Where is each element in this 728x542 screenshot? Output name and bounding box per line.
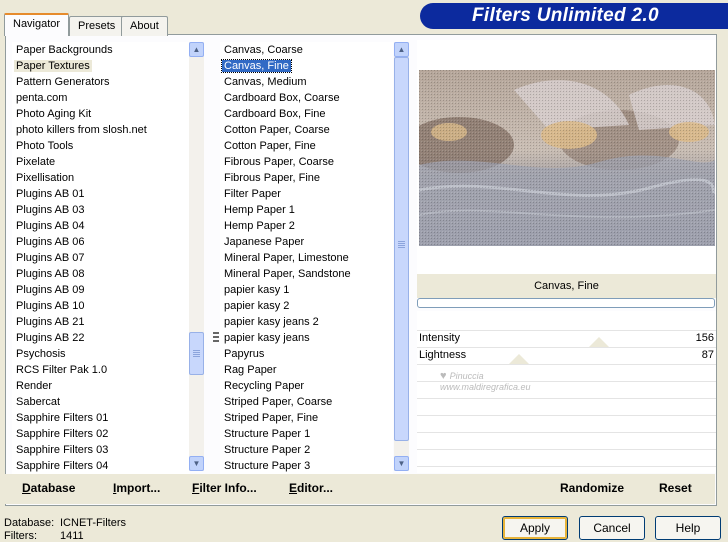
apply-button[interactable]: Apply bbox=[502, 516, 568, 540]
filter-scrollbar[interactable]: ▲ ▼ bbox=[394, 42, 409, 471]
category-item[interactable]: Plugins AB 09 bbox=[12, 282, 190, 298]
category-item[interactable]: Pixellisation bbox=[12, 170, 190, 186]
filter-item[interactable]: Filter Paper bbox=[220, 186, 393, 202]
filter-item[interactable]: Structure Paper 1 bbox=[220, 426, 393, 442]
filter-item[interactable]: Fibrous Paper, Coarse bbox=[220, 154, 393, 170]
database-status: Database: ICNET-Filters bbox=[4, 517, 126, 529]
app-title: Filters Unlimited 2.0 bbox=[472, 5, 659, 26]
category-item[interactable]: Plugins AB 04 bbox=[12, 218, 190, 234]
category-item[interactable]: Paper Backgrounds bbox=[12, 42, 190, 58]
filter-item[interactable]: Structure Paper 2 bbox=[220, 442, 393, 458]
filter-item[interactable]: Canvas, Coarse bbox=[220, 42, 393, 58]
category-list[interactable]: Paper Backgrounds Paper Textures Pattern G… bbox=[12, 42, 190, 474]
category-item[interactable]: Psychosis bbox=[12, 346, 190, 362]
category-item[interactable]: photo killers from slosh.net bbox=[12, 122, 190, 138]
filter-item[interactable]: Cardboard Box, Fine bbox=[220, 106, 393, 122]
tab-navigator[interactable]: Navigator bbox=[4, 13, 70, 36]
category-item[interactable]: Sabercat bbox=[12, 394, 190, 410]
category-item[interactable]: penta.com bbox=[12, 90, 190, 106]
reset-button[interactable]: Reset bbox=[659, 481, 692, 495]
filter-item[interactable]: Cotton Paper, Coarse bbox=[220, 122, 393, 138]
category-item[interactable]: Plugins AB 22 bbox=[12, 330, 190, 346]
category-item[interactable]: Sapphire Filters 04 bbox=[12, 458, 190, 474]
category-scrollbar[interactable]: ▲ ▼ bbox=[189, 42, 204, 471]
category-item[interactable]: Pattern Generators bbox=[12, 74, 190, 90]
filter-info-button[interactable]: Filter Info... bbox=[192, 481, 257, 495]
filter-item[interactable]: Striped Paper, Coarse bbox=[220, 394, 393, 410]
intensity-value: 156 bbox=[695, 332, 714, 344]
preview-image bbox=[419, 70, 715, 246]
tab-presets[interactable]: Presets bbox=[69, 16, 125, 36]
category-item[interactable]: Photo Tools bbox=[12, 138, 190, 154]
category-item[interactable]: Plugins AB 08 bbox=[12, 266, 190, 282]
category-item[interactable]: Sapphire Filters 01 bbox=[12, 410, 190, 426]
database-button[interactable]: Database bbox=[22, 481, 75, 495]
selected-filter-name: Canvas, Fine bbox=[417, 274, 716, 298]
filter-item[interactable]: Canvas, Fine bbox=[220, 58, 393, 74]
filter-item[interactable]: papier kasy 2 bbox=[220, 298, 393, 314]
category-item[interactable]: Plugins AB 07 bbox=[12, 250, 190, 266]
category-scroll-thumb[interactable] bbox=[189, 332, 204, 375]
filter-item[interactable]: Striped Paper, Fine bbox=[220, 410, 393, 426]
filter-item[interactable]: Rag Paper bbox=[220, 362, 393, 378]
filter-item[interactable]: Structure Paper 3 bbox=[220, 458, 393, 474]
filter-item[interactable]: Cardboard Box, Coarse bbox=[220, 90, 393, 106]
filter-item[interactable]: Japanese Paper bbox=[220, 234, 393, 250]
lightness-slider[interactable]: Lightness 87 bbox=[417, 347, 716, 364]
filters-status: Filters: 1411 bbox=[4, 530, 84, 542]
filter-item[interactable]: Recycling Paper bbox=[220, 378, 393, 394]
progress-bar bbox=[417, 298, 715, 308]
filter-item[interactable]: Papyrus bbox=[220, 346, 393, 362]
category-item[interactable]: Plugins AB 21 bbox=[12, 314, 190, 330]
category-item[interactable]: Photo Aging Kit bbox=[12, 106, 190, 122]
filter-scroll-thumb[interactable] bbox=[394, 57, 409, 441]
editor-button[interactable]: Editor... bbox=[289, 481, 333, 495]
import-button[interactable]: Import... bbox=[113, 481, 160, 495]
tab-about[interactable]: About bbox=[121, 16, 168, 36]
lightness-label: Lightness bbox=[419, 349, 467, 361]
filter-item[interactable]: Fibrous Paper, Fine bbox=[220, 170, 393, 186]
category-item[interactable]: Plugins AB 10 bbox=[12, 298, 190, 314]
cancel-button[interactable]: Cancel bbox=[579, 516, 645, 540]
filter-item[interactable]: Mineral Paper, Limestone bbox=[220, 250, 393, 266]
scroll-down-icon[interactable]: ▼ bbox=[394, 456, 409, 471]
filter-list[interactable]: Canvas, Coarse Canvas, Fine Canvas, Medium… bbox=[220, 42, 393, 474]
filter-item[interactable]: papier kasy jeans bbox=[220, 330, 393, 346]
category-item[interactable]: Plugins AB 06 bbox=[12, 234, 190, 250]
scroll-down-icon[interactable]: ▼ bbox=[189, 456, 204, 471]
scroll-up-icon[interactable]: ▲ bbox=[394, 42, 409, 57]
category-item[interactable]: Paper Textures bbox=[12, 58, 190, 74]
lightness-value: 87 bbox=[701, 349, 714, 361]
filter-item[interactable]: Hemp Paper 2 bbox=[220, 218, 393, 234]
filter-item[interactable]: papier kasy jeans 2 bbox=[220, 314, 393, 330]
help-button[interactable]: Help bbox=[655, 516, 721, 540]
category-item[interactable]: Plugins AB 01 bbox=[12, 186, 190, 202]
intensity-slider-thumb[interactable] bbox=[589, 337, 609, 347]
filter-item[interactable]: Hemp Paper 1 bbox=[220, 202, 393, 218]
watermark: ♥ Pinuccia www.maldiregrafica.eu bbox=[440, 370, 531, 392]
list-marker-icon bbox=[213, 332, 219, 344]
intensity-slider[interactable]: Intensity 156 bbox=[417, 330, 716, 347]
filter-item[interactable]: Cotton Paper, Fine bbox=[220, 138, 393, 154]
scroll-up-icon[interactable]: ▲ bbox=[189, 42, 204, 57]
category-item[interactable]: Render bbox=[12, 378, 190, 394]
category-item[interactable]: Pixelate bbox=[12, 154, 190, 170]
filter-item[interactable]: Canvas, Medium bbox=[220, 74, 393, 90]
category-item[interactable]: Plugins AB 03 bbox=[12, 202, 190, 218]
lightness-slider-thumb[interactable] bbox=[509, 354, 529, 364]
category-item[interactable]: Sapphire Filters 02 bbox=[12, 426, 190, 442]
filter-item[interactable]: Mineral Paper, Sandstone bbox=[220, 266, 393, 282]
category-item[interactable]: Sapphire Filters 03 bbox=[12, 442, 190, 458]
intensity-label: Intensity bbox=[419, 332, 460, 344]
filter-item[interactable]: papier kasy 1 bbox=[220, 282, 393, 298]
randomize-button[interactable]: Randomize bbox=[560, 481, 624, 495]
category-item[interactable]: RCS Filter Pak 1.0 bbox=[12, 362, 190, 378]
